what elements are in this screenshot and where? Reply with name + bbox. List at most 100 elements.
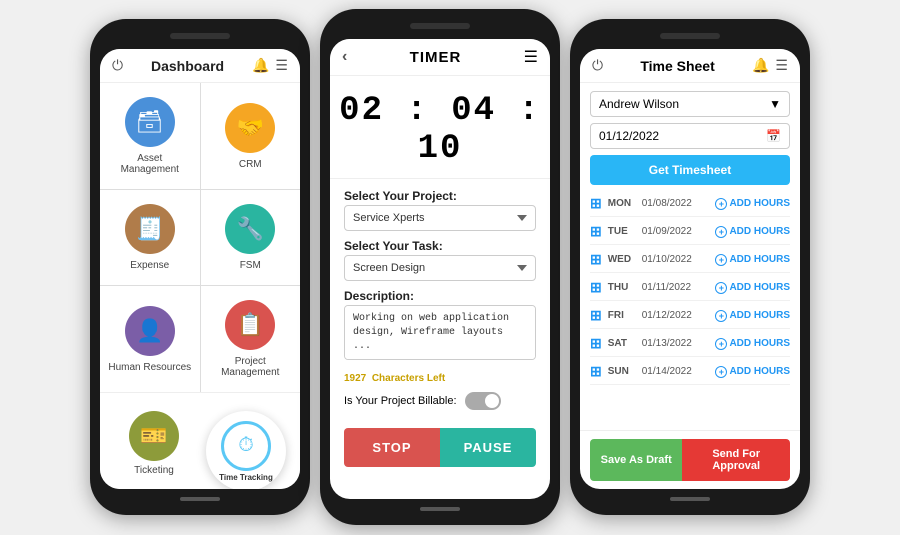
dashboard-bottom-row: 🎫 Ticketing ⏱ Time Tracking: [100, 392, 300, 489]
dashboard-header: ⏻ Dashboard 🔔 ☰: [100, 49, 300, 83]
add-hours-fri[interactable]: + ADD HOURS: [715, 310, 790, 322]
add-hours-label-fri: ADD HOURS: [729, 310, 790, 321]
timesheet-bell-icon[interactable]: 🔔: [752, 57, 769, 74]
phone-bottom-bar-1: [180, 497, 220, 501]
grid-cell-fsm[interactable]: 🔧 FSM: [201, 190, 301, 285]
add-hours-icon-sat: +: [715, 338, 727, 350]
ticketing-label: Ticketing: [134, 465, 174, 476]
billable-label: Is Your Project Billable:: [344, 395, 457, 407]
dashboard-title: Dashboard: [151, 58, 224, 74]
date-sun: 01/14/2022: [642, 366, 692, 377]
pm-icon: 📋: [225, 300, 275, 350]
phone-notch-1: [170, 33, 230, 39]
billable-toggle[interactable]: No: [465, 392, 501, 410]
project-select[interactable]: Service Xperts: [344, 205, 536, 231]
grid-cell-time-tracking[interactable]: ⏱ Time Tracking: [200, 401, 292, 486]
menu-icon[interactable]: ☰: [275, 57, 288, 74]
expense-icon: 🧾: [125, 204, 175, 254]
table-row: ⊞ SAT 01/13/2022 + ADD HOURS: [590, 331, 790, 357]
date-fri: 01/12/2022: [642, 310, 692, 321]
add-hours-icon-mon: +: [715, 198, 727, 210]
add-hours-icon-wed: +: [715, 254, 727, 266]
day-tue: TUE: [608, 226, 636, 237]
date-picker[interactable]: 01/12/2022 📅: [590, 123, 790, 149]
day-sun: SUN: [608, 366, 636, 377]
expand-icon-fri[interactable]: ⊞: [590, 307, 602, 324]
add-hours-icon-tue: +: [715, 226, 727, 238]
row-left-wed: ⊞ WED 01/10/2022: [590, 251, 692, 268]
row-left-thu: ⊞ THU 01/11/2022: [590, 279, 691, 296]
timesheet-header: ⏻ Time Sheet 🔔 ☰: [580, 49, 800, 83]
timesheet-body: Andrew Wilson ▼ 01/12/2022 📅 Get Timeshe…: [580, 83, 800, 430]
save-draft-button[interactable]: Save As Draft: [590, 439, 682, 481]
timer-menu-icon[interactable]: ☰: [524, 47, 538, 67]
task-select[interactable]: Screen Design: [344, 255, 536, 281]
get-timesheet-button[interactable]: Get Timesheet: [590, 155, 790, 185]
add-hours-mon[interactable]: + ADD HOURS: [715, 198, 790, 210]
timer-title: TIMER: [410, 49, 462, 66]
timesheet-screen: ⏻ Time Sheet 🔔 ☰ Andrew Wilson ▼ 01/12/2…: [580, 49, 800, 489]
stop-button[interactable]: STOP: [344, 428, 440, 467]
task-group: Select Your Task: Screen Design: [344, 239, 536, 281]
timesheet-menu-icon[interactable]: ☰: [775, 57, 788, 74]
expand-icon-mon[interactable]: ⊞: [590, 195, 602, 212]
send-approval-button[interactable]: Send For Approval: [682, 439, 790, 481]
pm-label: Project Management: [209, 356, 293, 378]
time-tracking-clock-icon: ⏱: [221, 421, 271, 471]
chars-left-indicator: 1927 Characters Left: [344, 373, 536, 384]
expand-icon-wed[interactable]: ⊞: [590, 251, 602, 268]
description-textarea[interactable]: Working on web application design, Wiref…: [344, 305, 536, 360]
selected-date: 01/12/2022: [599, 129, 659, 143]
add-hours-label-wed: ADD HOURS: [729, 254, 790, 265]
pause-button[interactable]: PAUSE: [440, 428, 536, 467]
timesheet-phone: ⏻ Time Sheet 🔔 ☰ Andrew Wilson ▼ 01/12/2…: [570, 19, 810, 515]
fsm-label: FSM: [240, 260, 261, 271]
chars-label: Characters Left: [372, 373, 445, 384]
grid-cell-asset-management[interactable]: 🗃 Asset Management: [100, 83, 200, 189]
ticketing-icon: 🎫: [129, 411, 179, 461]
asset-management-label: Asset Management: [108, 153, 192, 175]
expand-icon-sun[interactable]: ⊞: [590, 363, 602, 380]
add-hours-label-sun: ADD HOURS: [729, 366, 790, 377]
timer-display: 02 : 04 : 10: [330, 76, 550, 179]
add-hours-sat[interactable]: + ADD HOURS: [715, 338, 790, 350]
expand-icon-thu[interactable]: ⊞: [590, 279, 602, 296]
add-hours-wed[interactable]: + ADD HOURS: [715, 254, 790, 266]
add-hours-icon-fri: +: [715, 310, 727, 322]
grid-cell-ticketing[interactable]: 🎫 Ticketing: [108, 401, 200, 486]
back-button[interactable]: ‹: [342, 48, 347, 66]
phone-notch-2: [410, 23, 470, 29]
bell-icon[interactable]: 🔔: [252, 57, 269, 74]
add-hours-sun[interactable]: + ADD HOURS: [715, 366, 790, 378]
table-row: ⊞ SUN 01/14/2022 + ADD HOURS: [590, 359, 790, 385]
row-left-sun: ⊞ SUN 01/14/2022: [590, 363, 692, 380]
table-row: ⊞ FRI 01/12/2022 + ADD HOURS: [590, 303, 790, 329]
power-icon[interactable]: ⏻: [112, 57, 123, 74]
grid-cell-hr[interactable]: 👤 Human Resources: [100, 286, 200, 392]
add-hours-icon-thu: +: [715, 282, 727, 294]
date-thu: 01/11/2022: [642, 282, 691, 293]
expand-icon-tue[interactable]: ⊞: [590, 223, 602, 240]
row-left-tue: ⊞ TUE 01/09/2022: [590, 223, 692, 240]
day-sat: SAT: [608, 338, 636, 349]
header-icons: 🔔 ☰: [252, 57, 288, 74]
row-left-sat: ⊞ SAT 01/13/2022: [590, 335, 692, 352]
date-sat: 01/13/2022: [642, 338, 692, 349]
user-dropdown[interactable]: Andrew Wilson ▼: [590, 91, 790, 117]
calendar-icon: 📅: [766, 129, 781, 143]
grid-cell-expense[interactable]: 🧾 Expense: [100, 190, 200, 285]
add-hours-thu[interactable]: + ADD HOURS: [715, 282, 790, 294]
timer-phone: ‹ TIMER ☰ 02 : 04 : 10 Select Your Proje…: [320, 9, 560, 525]
dashboard-screen: ⏻ Dashboard 🔔 ☰ 🗃 Asset Management 🤝 CRM: [100, 49, 300, 489]
timesheet-power-icon[interactable]: ⏻: [592, 57, 603, 74]
grid-cell-crm[interactable]: 🤝 CRM: [201, 83, 301, 189]
timesheet-title: Time Sheet: [640, 58, 714, 74]
expense-label: Expense: [130, 260, 169, 271]
user-name: Andrew Wilson: [599, 97, 679, 111]
dropdown-chevron-icon: ▼: [769, 97, 781, 111]
expand-icon-sat[interactable]: ⊞: [590, 335, 602, 352]
timesheet-footer: Save As Draft Send For Approval: [580, 430, 800, 489]
grid-cell-pm[interactable]: 📋 Project Management: [201, 286, 301, 392]
add-hours-tue[interactable]: + ADD HOURS: [715, 226, 790, 238]
hr-label: Human Resources: [108, 362, 191, 373]
